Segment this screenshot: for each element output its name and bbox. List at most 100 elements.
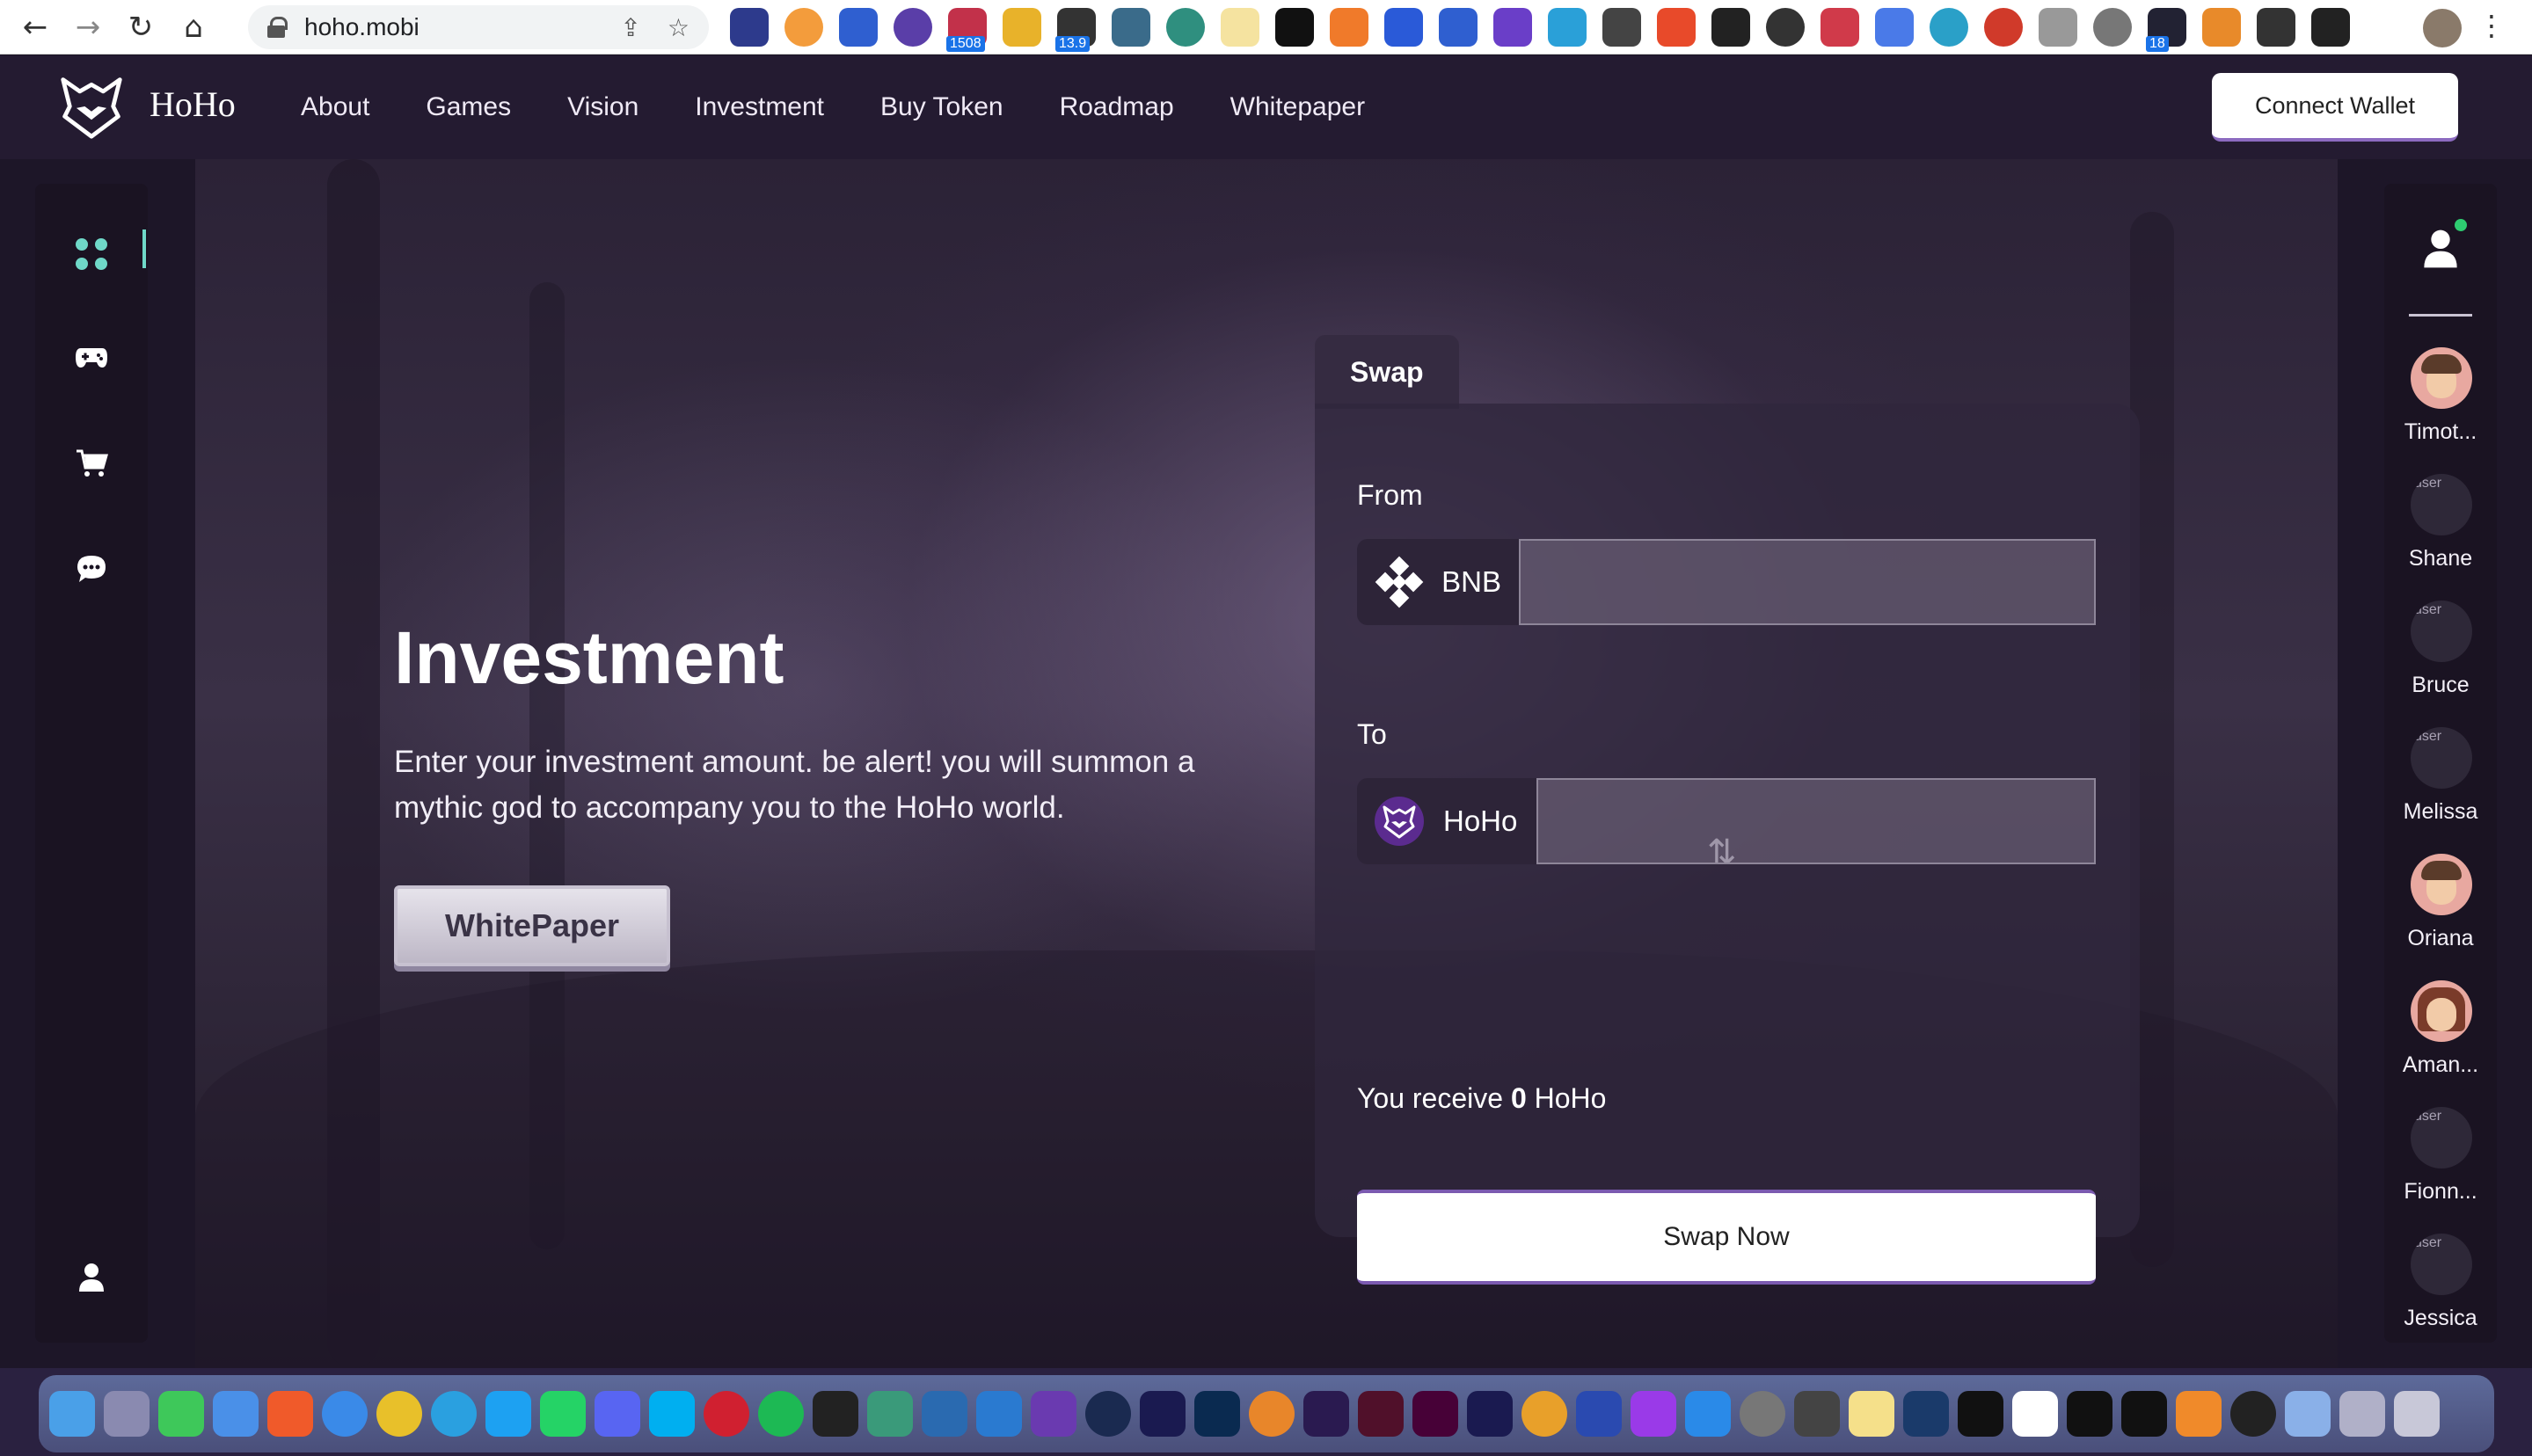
brave-icon[interactable] xyxy=(267,1391,313,1437)
whatsapp-icon[interactable] xyxy=(540,1391,586,1437)
whitepaper-button[interactable]: WhitePaper xyxy=(394,885,670,966)
extension-icon[interactable] xyxy=(1384,8,1423,47)
app-icon[interactable] xyxy=(2230,1391,2276,1437)
mail-icon[interactable] xyxy=(213,1391,259,1437)
nav-investment[interactable]: Investment xyxy=(695,92,824,122)
user-icon[interactable] xyxy=(2419,228,2462,270)
xd-icon[interactable] xyxy=(1412,1391,1458,1437)
vscode-icon[interactable] xyxy=(976,1391,1022,1437)
user-list-item[interactable]: user Jessica xyxy=(2384,1234,2497,1360)
forward-button[interactable]: → xyxy=(70,10,106,45)
nav-games[interactable]: Games xyxy=(426,92,511,122)
figma-icon[interactable] xyxy=(813,1391,858,1437)
opera-icon[interactable] xyxy=(704,1391,749,1437)
photoshop-icon[interactable] xyxy=(1194,1391,1240,1437)
notes-icon[interactable] xyxy=(1849,1391,1894,1437)
extension-icon[interactable] xyxy=(1875,8,1914,47)
extension-icon[interactable] xyxy=(1711,8,1750,47)
extension-icon[interactable] xyxy=(1003,8,1041,47)
extension-icon[interactable] xyxy=(1930,8,1968,47)
extension-icon[interactable] xyxy=(1602,8,1641,47)
chat-icon[interactable] xyxy=(70,548,113,590)
extension-icon[interactable] xyxy=(1221,8,1259,47)
nav-vision[interactable]: Vision xyxy=(567,92,638,122)
twitter-icon[interactable] xyxy=(485,1391,531,1437)
extension-icon[interactable] xyxy=(1657,8,1696,47)
podcasts-icon[interactable] xyxy=(1631,1391,1676,1437)
after-effects-icon[interactable] xyxy=(1140,1391,1186,1437)
user-list-item[interactable]: Oriana xyxy=(2384,854,2497,980)
messages-icon[interactable] xyxy=(158,1391,204,1437)
home-button[interactable]: ⌂ xyxy=(176,10,211,45)
app-icon[interactable] xyxy=(2285,1391,2331,1437)
steam-icon[interactable] xyxy=(1903,1391,1949,1437)
app-icon[interactable] xyxy=(922,1391,967,1437)
extension-icon[interactable] xyxy=(1766,8,1805,47)
user-list-item[interactable]: user Shane xyxy=(2384,474,2497,601)
safari-icon[interactable] xyxy=(322,1391,368,1437)
extension-icon[interactable]: 18 xyxy=(2146,8,2186,52)
connect-wallet-button[interactable]: Connect Wallet xyxy=(2212,73,2458,142)
calculator-icon[interactable] xyxy=(1794,1391,1840,1437)
spotify-icon[interactable] xyxy=(758,1391,804,1437)
extension-icon[interactable] xyxy=(730,8,769,47)
tab-swap[interactable]: Swap xyxy=(1315,335,1459,409)
user-list-item[interactable]: user Melissa xyxy=(2384,727,2497,854)
notion-icon[interactable] xyxy=(2012,1391,2058,1437)
extension-icon[interactable] xyxy=(1984,8,2023,47)
user-list-item[interactable]: user Bruce xyxy=(2384,601,2497,727)
blender-icon[interactable] xyxy=(1249,1391,1295,1437)
premiere-icon[interactable] xyxy=(1303,1391,1349,1437)
extension-icon[interactable] xyxy=(1330,8,1368,47)
more-menu-icon[interactable]: ⋮ xyxy=(2477,9,2506,42)
extension-icon[interactable] xyxy=(1548,8,1587,47)
nav-about[interactable]: About xyxy=(301,92,369,122)
to-token-select[interactable]: HoHo xyxy=(1357,778,1536,864)
extension-icon[interactable] xyxy=(1493,8,1532,47)
user-list-item[interactable]: Aman... xyxy=(2384,980,2497,1107)
swap-now-button[interactable]: Swap Now xyxy=(1357,1190,2096,1285)
extension-icon[interactable] xyxy=(2202,8,2241,47)
extension-icon[interactable]: 13.9 xyxy=(1055,8,1096,52)
extension-icon[interactable] xyxy=(1275,8,1314,47)
sidebar-toggle-icon[interactable] xyxy=(2311,8,2350,47)
telegram-icon[interactable] xyxy=(431,1391,477,1437)
extension-icon[interactable] xyxy=(1166,8,1205,47)
gamepad-icon[interactable] xyxy=(70,337,113,379)
indesign-icon[interactable] xyxy=(1358,1391,1404,1437)
user-list-item[interactable]: Timot... xyxy=(2384,347,2497,474)
bookmark-star-icon[interactable]: ☆ xyxy=(668,13,690,42)
launchpad-icon[interactable] xyxy=(104,1391,150,1437)
trash-icon[interactable] xyxy=(2394,1391,2440,1437)
extension-icon[interactable] xyxy=(1112,8,1150,47)
back-button[interactable]: ← xyxy=(18,10,53,45)
address-bar[interactable]: hoho.mobi ⇪ ☆ xyxy=(248,5,709,49)
user-profile-icon[interactable] xyxy=(70,1256,113,1299)
cinema4d-icon[interactable] xyxy=(1085,1391,1131,1437)
settings-icon[interactable] xyxy=(1740,1391,1785,1437)
extension-icon[interactable] xyxy=(1821,8,1859,47)
app-icon[interactable] xyxy=(2339,1391,2385,1437)
reload-button[interactable]: ↻ xyxy=(123,10,158,45)
extension-icon[interactable] xyxy=(784,8,823,47)
nav-whitepaper[interactable]: Whitepaper xyxy=(1230,92,1365,122)
tradingview-icon[interactable] xyxy=(2121,1391,2167,1437)
from-token-select[interactable]: BNB xyxy=(1357,539,1519,625)
discord-icon[interactable] xyxy=(595,1391,640,1437)
app-icon[interactable] xyxy=(1521,1391,1567,1437)
nav-buy-token[interactable]: Buy Token xyxy=(880,92,1003,122)
extension-icon[interactable] xyxy=(2039,8,2077,47)
cart-icon[interactable] xyxy=(70,442,113,484)
user-list-item[interactable]: user Fionn... xyxy=(2384,1107,2497,1234)
dashboard-icon[interactable] xyxy=(70,233,113,275)
hoho-logo-icon[interactable] xyxy=(58,73,125,140)
skype-icon[interactable] xyxy=(649,1391,695,1437)
github-icon[interactable] xyxy=(1031,1391,1076,1437)
profile-avatar[interactable] xyxy=(2423,9,2462,47)
puzzle-icon[interactable] xyxy=(2257,8,2295,47)
extension-icon[interactable] xyxy=(839,8,878,47)
share-icon[interactable]: ⇪ xyxy=(620,13,640,42)
app-icon[interactable] xyxy=(1576,1391,1622,1437)
brand-name[interactable]: HoHo xyxy=(150,84,236,125)
extension-icon[interactable]: 1508 xyxy=(946,8,987,52)
